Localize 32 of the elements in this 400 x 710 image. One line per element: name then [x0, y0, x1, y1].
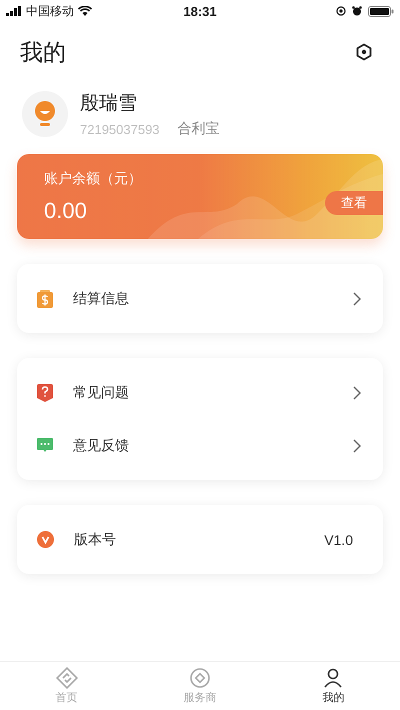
- menu-label: 版本号: [74, 530, 117, 548]
- person-icon: [322, 667, 344, 689]
- wifi-icon: [78, 6, 92, 16]
- menu-item[interactable]: 版本号 V1.0: [17, 513, 383, 566]
- page-title: 我的: [20, 38, 66, 68]
- menu-label: 结算信息: [73, 290, 130, 308]
- phone-number: 72195037593: [80, 122, 160, 136]
- tab-item[interactable]: 我的: [266, 662, 400, 710]
- user-name: 殷瑞雪: [80, 91, 138, 116]
- balance-label: 账户余额（元）: [44, 170, 142, 188]
- carrier-name: 中国移动: [26, 2, 74, 20]
- settings-icon[interactable]: [355, 43, 373, 61]
- menu-item[interactable]: 结算信息: [17, 272, 383, 325]
- signal-icon: [6, 6, 22, 16]
- bulb-icon: [35, 101, 55, 127]
- company-name: 合利宝: [178, 120, 220, 138]
- question-icon: [37, 384, 53, 402]
- menu-item[interactable]: 意见反馈: [17, 419, 383, 472]
- menu-item[interactable]: 常见问题: [17, 366, 383, 419]
- balance-amount: 0.00: [44, 198, 87, 224]
- chat-icon: [37, 438, 53, 453]
- battery-icon: [368, 6, 394, 16]
- clock-time: 18:31: [183, 4, 217, 18]
- alarm-icon: [352, 6, 362, 16]
- version-number: V1.0: [324, 532, 353, 548]
- lock-rotation-icon: [336, 6, 346, 16]
- dollar-icon: [37, 290, 53, 308]
- version-icon: [37, 531, 54, 548]
- provider-icon: [188, 667, 211, 689]
- home-icon: [56, 667, 78, 689]
- menu-label: 常见问题: [73, 384, 130, 402]
- menu-label: 意见反馈: [73, 436, 130, 454]
